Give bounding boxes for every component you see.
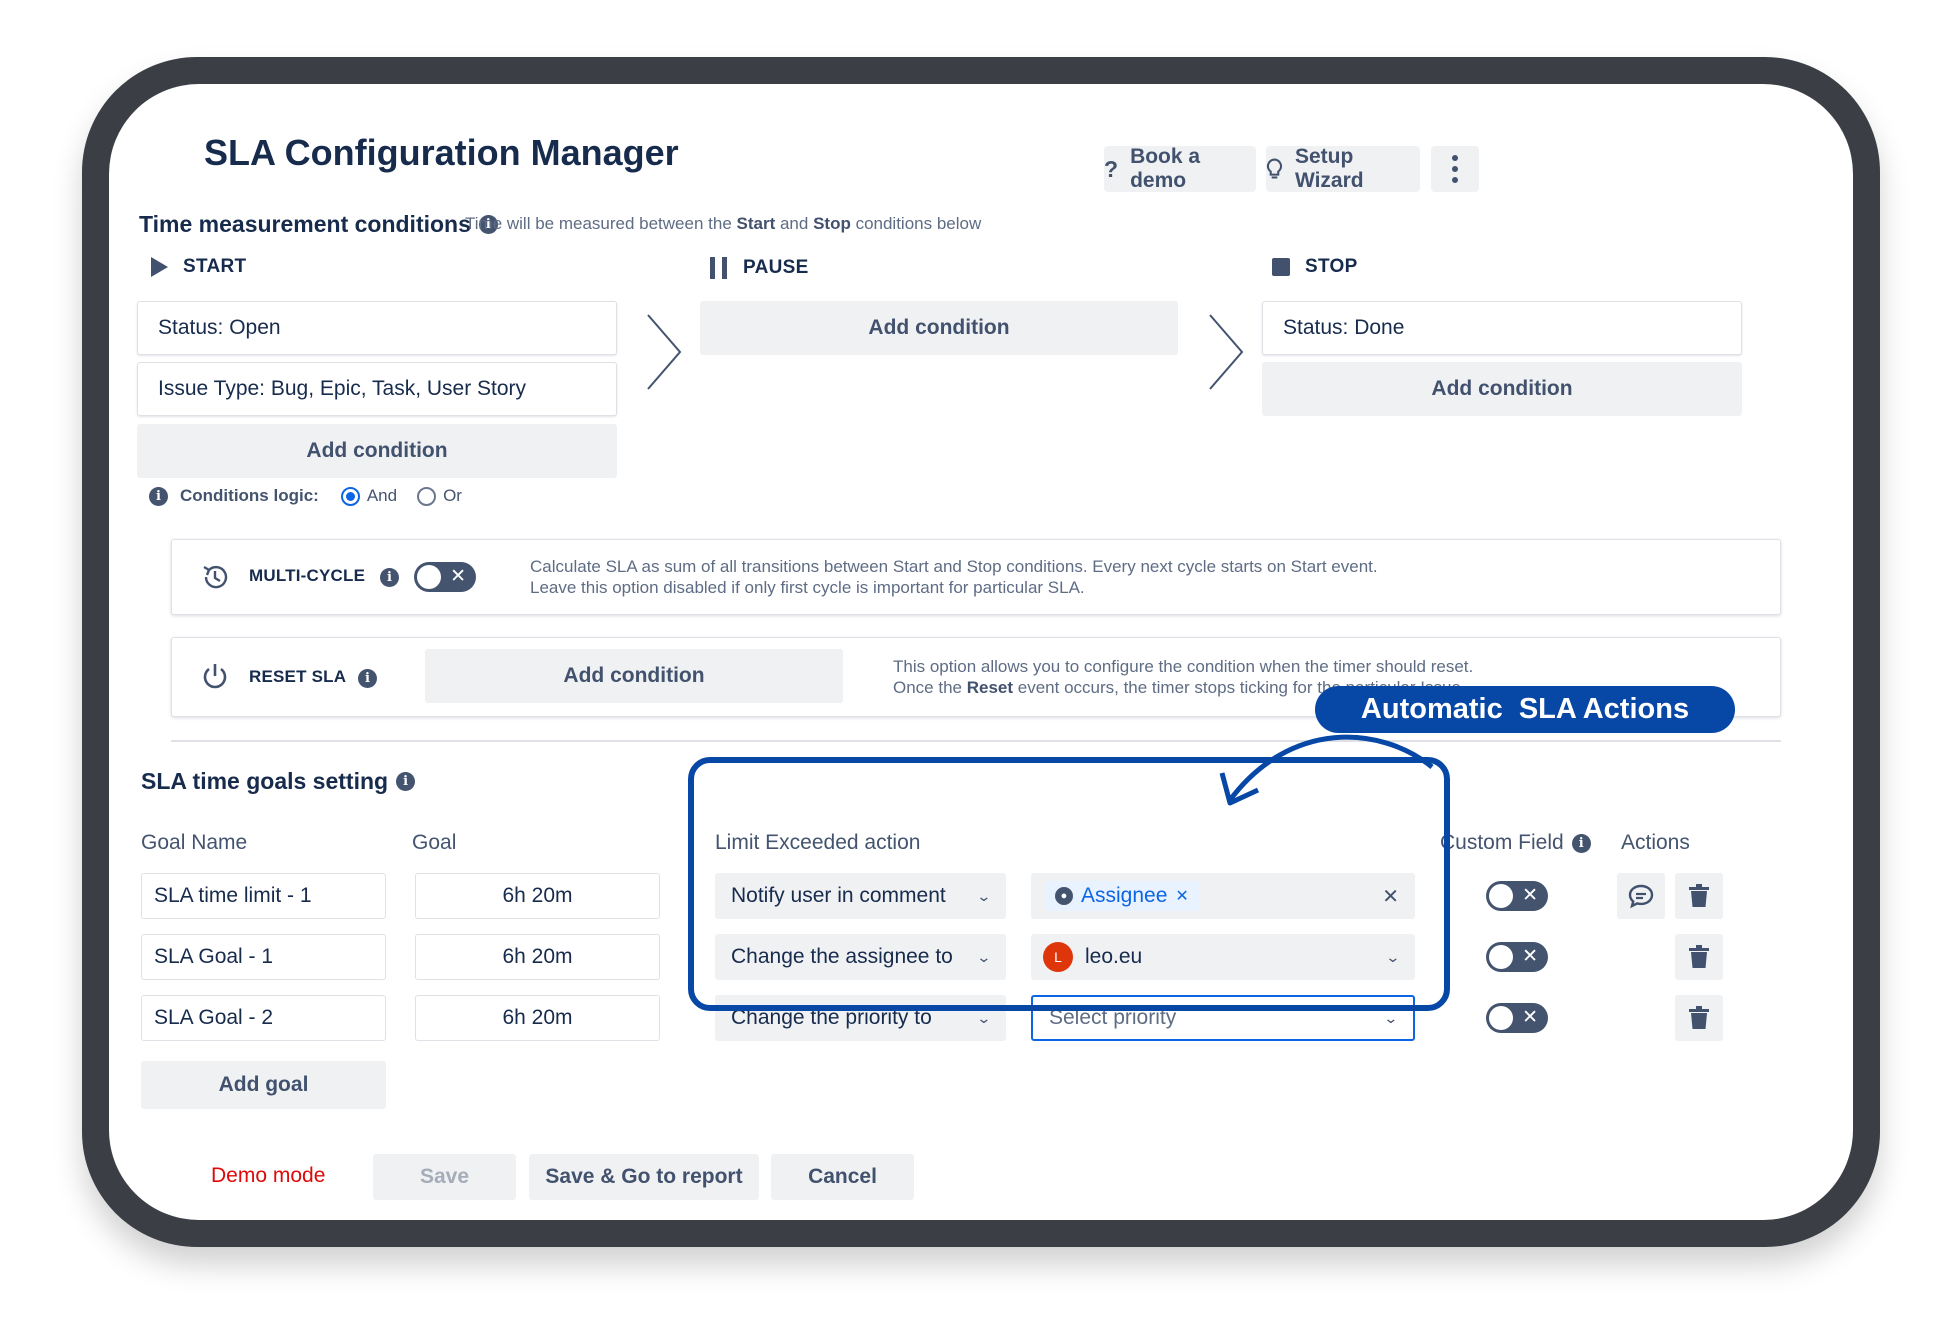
history-icon xyxy=(203,565,228,589)
time-conditions-hint: Time will be measured between the Start … xyxy=(465,214,981,234)
goal-name-input[interactable]: SLA Goal - 2 xyxy=(141,995,386,1041)
delete-button[interactable] xyxy=(1675,995,1723,1041)
power-icon xyxy=(203,664,227,689)
play-icon xyxy=(151,257,168,277)
custom-field-toggle[interactable]: ✕ xyxy=(1486,1003,1548,1033)
hint-stop: Stop xyxy=(813,214,851,233)
multicycle-description: Calculate SLA as sum of all transitions … xyxy=(530,556,1378,598)
goals-heading: SLA time goals setting i xyxy=(141,768,416,795)
book-demo-button[interactable]: ? Book a demo xyxy=(1104,145,1256,192)
trash-icon xyxy=(1689,884,1709,907)
conditions-logic: i Conditions logic: And Or xyxy=(149,486,462,506)
stop-icon xyxy=(1272,258,1290,276)
col-goal-name: Goal Name xyxy=(141,831,248,854)
info-icon: i xyxy=(149,486,168,506)
stop-condition-status[interactable]: Status: Done xyxy=(1262,301,1742,355)
stop-label: STOP xyxy=(1305,256,1358,277)
multicycle-panel: MULTI-CYCLE i ✕ Calculate SLA as sum of … xyxy=(171,539,1781,615)
goals-title: SLA time goals setting xyxy=(141,768,389,794)
logic-or-radio[interactable] xyxy=(417,486,437,506)
setup-wizard-button[interactable]: Setup Wizard xyxy=(1266,145,1420,192)
conditions-logic-label: Conditions logic: xyxy=(180,486,319,505)
automatic-sla-actions-callout: Automatic SLA Actions xyxy=(1315,686,1735,733)
reset-desc-line: This option allows you to configure the … xyxy=(893,657,1474,676)
goal-time-input[interactable]: 6h 20m xyxy=(415,934,660,980)
more-options-icon[interactable] xyxy=(1431,146,1479,192)
save-go-to-report-button[interactable]: Save & Go to report xyxy=(529,1154,759,1200)
logic-or-label: Or xyxy=(443,486,462,505)
goal-time-input[interactable]: 6h 20m xyxy=(415,995,660,1041)
trash-icon xyxy=(1689,945,1709,968)
multicycle-toggle[interactable]: ✕ xyxy=(414,562,476,592)
add-goal-button[interactable]: Add goal xyxy=(141,1061,386,1109)
custom-field-label: Custom Field xyxy=(1440,831,1564,854)
start-condition-issue-type[interactable]: Issue Type: Bug, Epic, Task, User Story xyxy=(137,362,617,416)
comment-icon xyxy=(1628,884,1654,909)
section-divider xyxy=(171,740,1781,742)
app-screen: SLA Configuration Manager ? Book a demo … xyxy=(109,84,1853,1220)
multicycle-label: MULTI-CYCLE xyxy=(249,566,366,585)
chevron-right-icon xyxy=(647,314,682,390)
lightbulb-icon xyxy=(1266,158,1283,179)
chevron-down-icon: ⌄ xyxy=(976,1009,992,1026)
time-conditions-heading: Time measurement conditions i xyxy=(139,211,498,238)
pause-add-condition-button[interactable]: Add condition xyxy=(700,301,1178,355)
stop-column-header: STOP xyxy=(1271,256,1358,278)
pause-label: PAUSE xyxy=(743,257,809,278)
delete-button[interactable] xyxy=(1675,873,1723,919)
custom-field-toggle[interactable]: ✕ xyxy=(1486,881,1548,911)
hint-text: and xyxy=(775,214,814,233)
delete-button[interactable] xyxy=(1675,934,1723,980)
goal-time-input[interactable]: 6h 20m xyxy=(415,873,660,919)
comment-button[interactable] xyxy=(1617,873,1665,919)
setup-wizard-label: Setup Wizard xyxy=(1294,145,1364,192)
stop-add-condition-button[interactable]: Add condition xyxy=(1262,362,1742,416)
save-button[interactable]: Save xyxy=(373,1154,516,1200)
pause-icon xyxy=(710,257,727,279)
close-icon: ✕ xyxy=(450,566,466,587)
cancel-button[interactable]: Cancel xyxy=(771,1154,914,1200)
time-conditions-title: Time measurement conditions xyxy=(139,211,471,237)
multicycle-desc-line: Leave this option disabled if only first… xyxy=(530,578,1085,597)
logic-and-radio[interactable] xyxy=(340,486,360,506)
info-icon: i xyxy=(1571,833,1591,853)
goal-name-input[interactable]: SLA Goal - 1 xyxy=(141,934,386,980)
pause-column-header: PAUSE xyxy=(709,256,809,280)
reset-sla-label: RESET SLA xyxy=(249,667,347,686)
col-actions: Actions xyxy=(1621,831,1690,854)
multicycle-desc-line: Calculate SLA as sum of all transitions … xyxy=(530,557,1378,576)
close-icon: ✕ xyxy=(1522,1007,1538,1028)
custom-field-toggle[interactable]: ✕ xyxy=(1486,942,1548,972)
hint-text: Time will be measured between the xyxy=(465,214,737,233)
book-demo-label: Book a demo xyxy=(1130,145,1201,192)
close-icon: ✕ xyxy=(1522,885,1538,906)
info-icon: i xyxy=(396,772,416,791)
col-goal: Goal xyxy=(412,831,457,854)
chevron-down-icon: ⌄ xyxy=(1383,1009,1399,1026)
close-icon: ✕ xyxy=(1522,946,1538,967)
col-custom-field: Custom Field i xyxy=(1440,831,1591,855)
reset-desc-bold: Reset xyxy=(966,678,1014,697)
start-condition-status[interactable]: Status: Open xyxy=(137,301,617,355)
info-icon: i xyxy=(358,669,377,688)
page-title: SLA Configuration Manager xyxy=(204,132,679,173)
reset-desc-text: Once the xyxy=(893,678,967,697)
help-icon: ? xyxy=(1104,155,1119,182)
goal-name-input[interactable]: SLA time limit - 1 xyxy=(141,873,386,919)
logic-and-label: And xyxy=(366,486,398,505)
trash-icon xyxy=(1689,1006,1709,1029)
chevron-right-icon xyxy=(1209,314,1244,390)
info-icon: i xyxy=(380,568,399,587)
hint-text: conditions below xyxy=(850,214,982,233)
device-frame: SLA Configuration Manager ? Book a demo … xyxy=(82,57,1880,1247)
start-add-condition-button[interactable]: Add condition xyxy=(137,424,617,478)
start-column-header: START xyxy=(149,256,246,278)
reset-add-condition-button[interactable]: Add condition xyxy=(425,649,843,703)
hint-start: Start xyxy=(736,214,776,233)
demo-mode-label: Demo mode xyxy=(211,1164,326,1187)
start-label: START xyxy=(183,256,247,277)
